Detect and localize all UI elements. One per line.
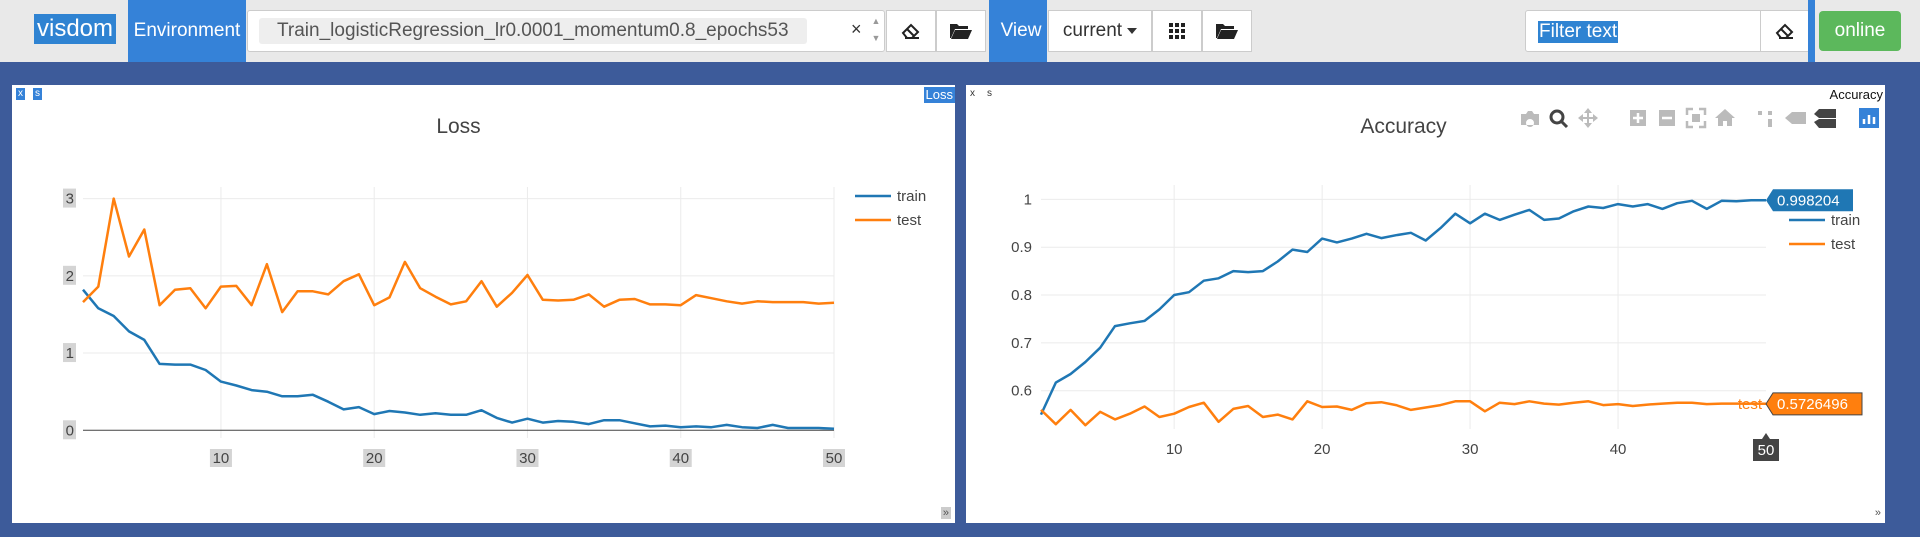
autoscale-icon-center (1692, 114, 1700, 122)
view-select[interactable]: current (1048, 10, 1152, 52)
grid-icon (1169, 23, 1185, 39)
series-line-train (82, 288, 835, 430)
legend-label-train: train (1831, 212, 1860, 229)
environment-label: Environment (128, 0, 246, 62)
x-tick-label: 40 (1610, 441, 1627, 458)
spike-lines-icon[interactable] (1758, 111, 1772, 127)
y-tick-label: 1 (66, 345, 74, 362)
zoom-icon-handle (1559, 119, 1569, 129)
y-tick-label: 0.6 (1011, 383, 1032, 400)
view-label: View (995, 0, 1047, 62)
x-tick-label: 40 (672, 450, 689, 467)
accuracy-chart[interactable]: Accuracy 10 20 30 40 0.6 0.7 0.8 0.9 1 train test 0.… (966, 85, 1885, 523)
y-tick-label: 1 (1024, 191, 1032, 208)
camera-icon[interactable] (1521, 111, 1539, 127)
series-line-train (1039, 199, 1766, 416)
clear-environment-button[interactable] (886, 10, 936, 52)
y-tick-label: 0.8 (1011, 287, 1032, 304)
stepper-down-icon[interactable]: ▼ (869, 30, 883, 47)
y-tick-label: 0.7 (1011, 335, 1032, 352)
reset-axes-icon[interactable] (1715, 109, 1735, 126)
chart-modebar (1521, 107, 1879, 129)
y-tick-label: 3 (66, 191, 74, 208)
divider (1808, 0, 1815, 62)
x-tick-label: 20 (1314, 441, 1331, 458)
environment-stepper[interactable]: ▲ ▼ (869, 13, 883, 47)
pan-icon[interactable] (1578, 108, 1598, 128)
loss-chart[interactable]: Loss 10 20 30 40 50 0 1 2 3 train test (12, 85, 955, 523)
caret-down-icon (1127, 28, 1138, 34)
legend-label-test: test (897, 212, 922, 229)
y-tick-label: 2 (66, 268, 74, 285)
x-tick-label: 30 (1462, 441, 1479, 458)
hover-closest-icon[interactable] (1785, 112, 1806, 124)
online-status-button[interactable]: online (1819, 11, 1901, 51)
visdom-logo: visdom (34, 14, 117, 44)
x-tick-label: 10 (213, 450, 230, 467)
x-tick-label: 20 (366, 450, 383, 467)
open-view-button[interactable] (1202, 10, 1252, 52)
legend-label-train: train (897, 188, 926, 205)
folder-open-icon (950, 24, 972, 39)
x-tick-label: 30 (519, 450, 536, 467)
resize-handle-icon[interactable]: » (1875, 507, 1881, 519)
environment-tag[interactable]: Train_logisticRegression_lr0.0001_moment… (259, 18, 807, 44)
y-tick-label: 0 (66, 422, 74, 439)
clear-filter-button[interactable] (1760, 10, 1810, 52)
hover-x-label: 50 (1758, 442, 1775, 459)
series-line-test (82, 197, 835, 314)
eraser-icon (1775, 23, 1794, 39)
x-tick-label: 10 (1166, 441, 1183, 458)
legend-label-test: test (1831, 236, 1856, 253)
hover-compare-icon[interactable] (1814, 109, 1836, 128)
stepper-up-icon[interactable]: ▲ (869, 13, 883, 30)
chart-title: Loss (436, 115, 480, 138)
environment-select[interactable]: Train_logisticRegression_lr0.0001_moment… (247, 10, 885, 52)
arrange-panes-button[interactable] (1152, 10, 1202, 52)
open-environment-button[interactable] (936, 10, 986, 52)
x-tick-label: 50 (826, 450, 843, 467)
y-tick-label: 0.9 (1011, 239, 1032, 256)
hover-label-name-test: test (1738, 396, 1763, 413)
filter-input-value: Filter text (1538, 21, 1619, 43)
eraser-icon (901, 23, 920, 39)
chart-title: Accuracy (1360, 115, 1447, 138)
view-select-value: current (1062, 20, 1123, 41)
series-line-test (1040, 400, 1767, 427)
resize-handle-icon[interactable]: » (940, 507, 951, 519)
filter-input[interactable]: Filter text (1525, 10, 1761, 52)
hover-label-value-test: 0.5726496 (1777, 396, 1848, 413)
folder-open-icon (1216, 24, 1238, 39)
accuracy-pane[interactable]: x s Accuracy Accuracy 10 20 30 40 0.6 0.7 0.8 0.… (966, 85, 1885, 523)
clear-icon[interactable]: × (851, 19, 862, 40)
loss-pane[interactable]: x s Loss Loss 10 20 30 40 50 0 1 2 3 train test » (12, 85, 955, 523)
hover-label-value-train: 0.998204 (1777, 192, 1840, 209)
top-toolbar: visdom Environment Train_logisticRegress… (0, 0, 1920, 62)
